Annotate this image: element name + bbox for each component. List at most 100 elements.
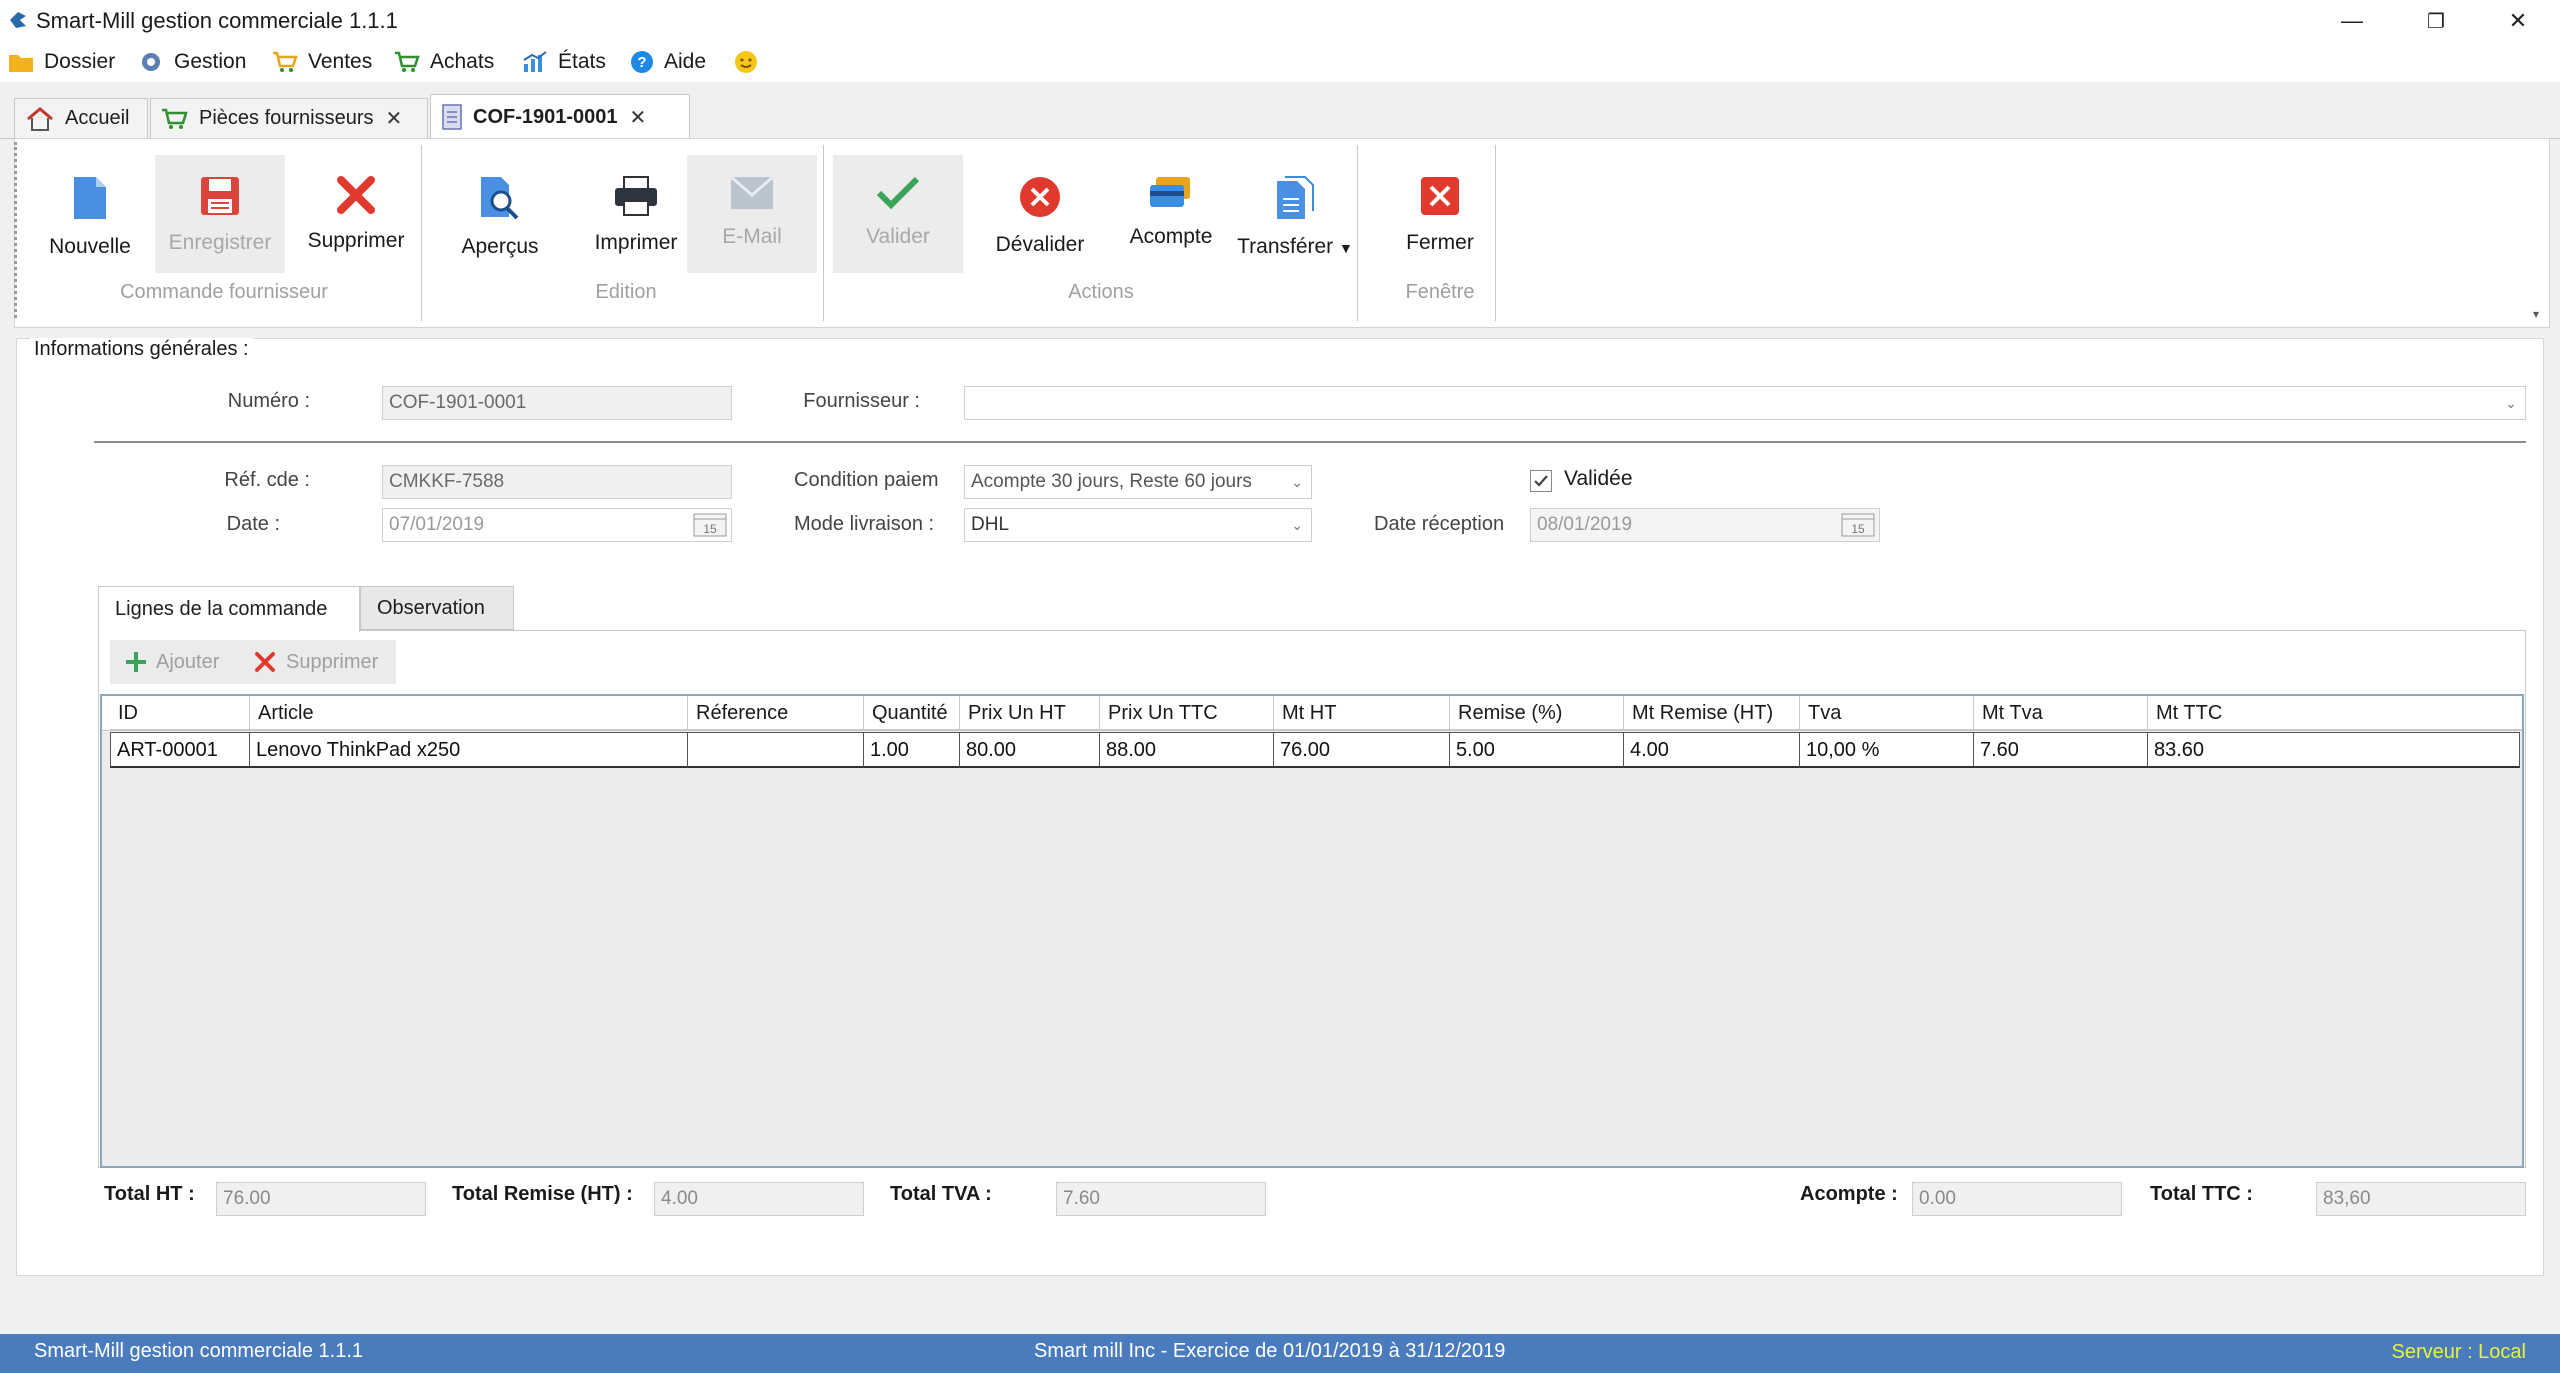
- column-header[interactable]: Article: [250, 696, 688, 730]
- close-tab-icon[interactable]: ✕: [630, 105, 647, 130]
- column-header[interactable]: Réference: [688, 696, 864, 730]
- column-header[interactable]: ID: [110, 696, 250, 730]
- ribbon-separator: [421, 145, 422, 321]
- document-icon: [442, 104, 462, 130]
- tab-accueil[interactable]: Accueil: [14, 98, 148, 138]
- column-header[interactable]: Quantité: [864, 696, 960, 730]
- tab-label: COF-1901-0001: [473, 105, 618, 128]
- button-label: Dévalider: [995, 233, 1085, 256]
- window-title: Smart-Mill gestion commerciale 1.1.1: [36, 8, 398, 33]
- menu-dossier[interactable]: Dossier: [8, 46, 115, 78]
- table-cell[interactable]: 76.00: [1274, 732, 1450, 768]
- cart-icon: [395, 51, 420, 72]
- enregistrer-button[interactable]: Enregistrer: [155, 155, 285, 273]
- date-label: Date :: [226, 513, 280, 535]
- nouvelle-button[interactable]: Nouvelle: [31, 155, 149, 273]
- ref-cde-label: Réf. cde :: [224, 469, 310, 491]
- smiley-button[interactable]: [734, 46, 768, 78]
- menu-ventes[interactable]: Ventes: [272, 46, 372, 78]
- button-label: Transférer ▼: [1237, 235, 1353, 258]
- button-label: Acompte: [1129, 225, 1213, 248]
- date-reception-value: 08/01/2019: [1537, 514, 1633, 535]
- button-label: Fermer: [1406, 231, 1474, 254]
- numero-field[interactable]: COF-1901-0001: [382, 386, 732, 420]
- menu-etats[interactable]: États: [522, 46, 606, 78]
- menu-gestion[interactable]: Gestion: [138, 46, 246, 78]
- table-cell[interactable]: 83.60: [2148, 732, 2520, 768]
- ribbon-expand-icon[interactable]: ▾: [2533, 307, 2539, 321]
- minimize-button[interactable]: —: [2306, 0, 2398, 42]
- tab-observation[interactable]: Observation: [360, 586, 514, 630]
- date-reception-field[interactable]: 08/01/2019 15: [1530, 508, 1880, 542]
- supprimer-ligne-button[interactable]: Supprimer: [254, 640, 378, 684]
- close-window-button[interactable]: ✕: [2472, 0, 2560, 42]
- calendar-icon[interactable]: 15: [1841, 513, 1875, 537]
- close-tab-icon[interactable]: ✕: [386, 106, 403, 131]
- preview-icon: [481, 177, 519, 220]
- order-lines-grid[interactable]: ID Article Réference Quantité Prix Un HT…: [100, 694, 2524, 1168]
- table-cell[interactable]: 5.00: [1450, 732, 1624, 768]
- column-header[interactable]: Prix Un TTC: [1100, 696, 1274, 730]
- table-cell[interactable]: 7.60: [1974, 732, 2148, 768]
- table-cell[interactable]: 4.00: [1624, 732, 1800, 768]
- home-icon: [27, 106, 53, 131]
- ribbon-separator: [1357, 145, 1358, 321]
- table-cell[interactable]: [688, 732, 864, 768]
- column-header[interactable]: Tva: [1800, 696, 1974, 730]
- devalider-button[interactable]: Dévalider: [975, 155, 1105, 273]
- column-header[interactable]: Mt HT: [1274, 696, 1450, 730]
- fournisseur-label: Fournisseur :: [803, 390, 920, 412]
- table-cell[interactable]: ART-00001: [110, 732, 250, 768]
- ajouter-button[interactable]: Ajouter: [124, 640, 219, 684]
- checkmark-icon: [1534, 475, 1548, 487]
- imprimer-button[interactable]: Imprimer: [571, 155, 701, 273]
- restore-button[interactable]: ❐: [2390, 0, 2482, 42]
- menu-achats[interactable]: Achats: [394, 46, 494, 78]
- button-label: Aperçus: [461, 235, 539, 258]
- calendar-icon[interactable]: 15: [693, 513, 727, 537]
- supprimer-button[interactable]: Supprimer: [295, 155, 417, 273]
- table-cell[interactable]: 1.00: [864, 732, 960, 768]
- divider: [94, 441, 2526, 443]
- column-header[interactable]: Mt TTC: [2148, 696, 2522, 730]
- table-cell[interactable]: 80.00: [960, 732, 1100, 768]
- mode-livraison-select[interactable]: DHL ⌄: [964, 508, 1312, 542]
- status-app-name: Smart-Mill gestion commerciale 1.1.1: [34, 1340, 363, 1362]
- table-cell[interactable]: 10,00 %: [1800, 732, 1974, 768]
- ref-cde-field[interactable]: CMKKF-7588: [382, 465, 732, 499]
- tab-lignes-commande[interactable]: Lignes de la commande: [98, 586, 360, 632]
- group-label-commande-fournisseur: Commande fournisseur: [120, 281, 328, 303]
- fournisseur-select[interactable]: ⌄: [964, 386, 2526, 420]
- email-button[interactable]: E-Mail: [687, 155, 817, 273]
- menu-label: Gestion: [174, 50, 247, 73]
- tab-pieces-fournisseurs[interactable]: Pièces fournisseurs ✕: [150, 98, 428, 138]
- date-field[interactable]: 07/01/2019 15: [382, 508, 732, 542]
- column-header[interactable]: Remise (%): [1450, 696, 1624, 730]
- menu-aide[interactable]: ? Aide: [630, 46, 706, 78]
- condition-paiement-select[interactable]: Acompte 30 jours, Reste 60 jours ⌄: [964, 465, 1312, 499]
- column-header[interactable]: Mt Remise (HT): [1624, 696, 1800, 730]
- validee-checkbox[interactable]: [1530, 470, 1552, 492]
- button-label: Imprimer: [594, 231, 678, 254]
- fermer-button[interactable]: Fermer: [1375, 155, 1505, 273]
- column-header[interactable]: Mt Tva: [1974, 696, 2148, 730]
- section-title: Informations générales :: [30, 338, 253, 361]
- button-label: Supprimer: [286, 650, 379, 673]
- group-label-fenetre: Fenêtre: [1405, 281, 1475, 303]
- table-cell[interactable]: Lenovo ThinkPad x250: [250, 732, 688, 768]
- apercus-button[interactable]: Aperçus: [435, 155, 565, 273]
- transferer-button[interactable]: Transférer ▼: [1221, 155, 1369, 273]
- group-label-edition: Edition: [595, 281, 657, 303]
- valider-button[interactable]: Valider: [833, 155, 963, 273]
- status-bar: Smart-Mill gestion commerciale 1.1.1 Sma…: [0, 1334, 2560, 1373]
- mode-livraison-label: Mode livraison :: [794, 513, 935, 535]
- transfer-document-icon: [1277, 176, 1314, 219]
- tab-cof-1901-0001[interactable]: COF-1901-0001 ✕: [430, 94, 690, 139]
- table-cell[interactable]: 88.00: [1100, 732, 1274, 768]
- column-header[interactable]: Prix Un HT: [960, 696, 1100, 730]
- delete-x-icon: [255, 652, 275, 672]
- lines-toolbar: Ajouter Supprimer: [110, 640, 396, 684]
- plus-icon: [126, 652, 146, 672]
- date-reception-label: Date réception: [1374, 513, 1505, 535]
- acompte-button[interactable]: Acompte: [1107, 155, 1235, 273]
